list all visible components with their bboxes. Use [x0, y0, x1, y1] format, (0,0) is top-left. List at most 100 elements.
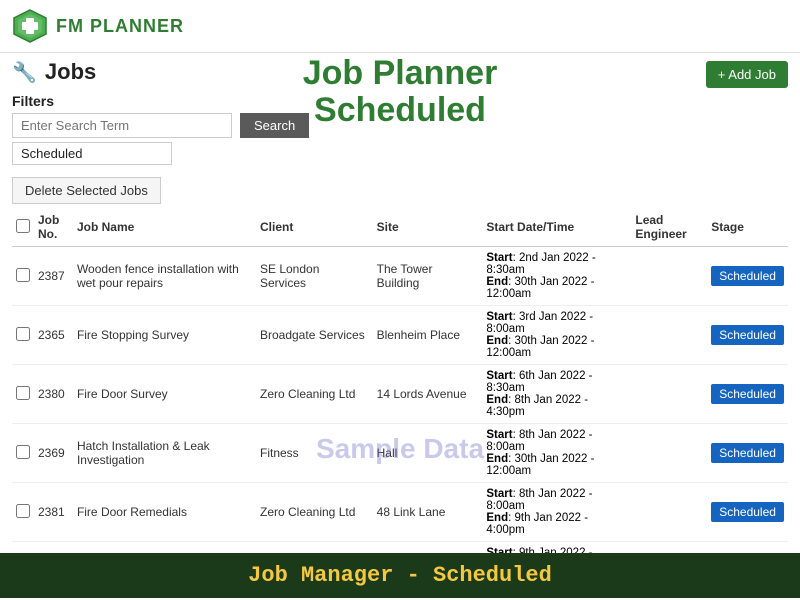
cell-lead: [631, 365, 707, 424]
cell-lead: [631, 424, 707, 483]
cell-client: Zero Cleaning Ltd: [256, 483, 373, 542]
cell-job-no: 2381: [34, 483, 73, 542]
stage-badge: Scheduled: [711, 502, 784, 522]
cell-client: Zero Cleaning Ltd: [256, 365, 373, 424]
search-button[interactable]: Search: [240, 113, 309, 138]
start-date: Start: 6th Jan 2022 - 8:30am: [486, 370, 627, 394]
table-container: Sample Data Job No. Job Name Client Site…: [0, 208, 800, 553]
select-all-checkbox[interactable]: [16, 219, 30, 233]
wrench-icon: 🔧: [12, 60, 37, 85]
col-header-job-no: Job No.: [34, 208, 73, 247]
cell-stage: Scheduled: [707, 365, 788, 424]
cell-date: Start: 6th Jan 2022 - 8:30am End: 8th Ja…: [482, 365, 631, 424]
cell-date: Start: 2nd Jan 2022 - 8:30am End: 30th J…: [482, 247, 631, 306]
cell-date: Start: 3rd Jan 2022 - 8:00am End: 30th J…: [482, 306, 631, 365]
start-date: Start: 9th Jan 2022 - 9:00am: [486, 547, 627, 553]
row-checkbox-3[interactable]: [16, 445, 30, 459]
cell-stage: Scheduled: [707, 483, 788, 542]
end-date: End: 30th Jan 2022 - 12:00am: [486, 453, 627, 477]
stage-badge: Scheduled: [711, 325, 784, 345]
cell-stage: Scheduled: [707, 542, 788, 554]
table-header-row: Job No. Job Name Client Site Start Date/…: [12, 208, 788, 247]
logo-icon: [12, 8, 48, 44]
center-title-line2: Scheduled: [303, 92, 498, 129]
status-filter-badge: Scheduled: [12, 142, 172, 165]
cell-job-no: 2365: [34, 306, 73, 365]
cell-date: Start: 8th Jan 2022 - 8:00am End: 30th J…: [482, 424, 631, 483]
cell-site: 14 Lords Avenue: [373, 365, 483, 424]
cell-job-name: Fire Door Survey: [73, 365, 256, 424]
cell-job-no: 2369: [34, 424, 73, 483]
stage-badge: Scheduled: [711, 443, 784, 463]
cell-job-name: Fire Stopping Survey: [73, 306, 256, 365]
table-row: 2365 Fire Stopping Survey Broadgate Serv…: [12, 306, 788, 365]
cell-job-name: Fire Stopping Survey: [73, 542, 256, 554]
row-checkbox-1[interactable]: [16, 327, 30, 341]
main-container: 🔧 Jobs Job Planner Scheduled + Add Job F…: [0, 53, 800, 598]
cell-lead: [631, 247, 707, 306]
header: FM PLANNER: [0, 0, 800, 53]
cell-client: Broadgate Services: [256, 306, 373, 365]
end-date: End: 8th Jan 2022 - 4:30pm: [486, 394, 627, 418]
cell-job-name: Wooden fence installation with wet pour …: [73, 247, 256, 306]
col-header-site: Site: [373, 208, 483, 247]
center-title-line1: Job Planner: [303, 55, 498, 92]
search-input[interactable]: [12, 113, 232, 138]
cell-site: The Tower Building: [373, 247, 483, 306]
logo-area: FM PLANNER: [12, 8, 184, 44]
cell-site: Finsbury Park: [373, 542, 483, 554]
table-row: 2367 Fire Stopping Survey Broadgate Serv…: [12, 542, 788, 554]
add-job-button[interactable]: + Add Job: [706, 61, 788, 88]
end-date: End: 9th Jan 2022 - 4:00pm: [486, 512, 627, 536]
table-row: 2380 Fire Door Survey Zero Cleaning Ltd …: [12, 365, 788, 424]
end-date: End: 30th Jan 2022 - 12:00am: [486, 276, 627, 300]
stage-badge: Scheduled: [711, 384, 784, 404]
cell-date: Start: 9th Jan 2022 - 9:00am End: 30th J…: [482, 542, 631, 554]
col-header-stage: Stage: [707, 208, 788, 247]
row-checkbox-2[interactable]: [16, 386, 30, 400]
cell-job-no: 2387: [34, 247, 73, 306]
cell-client: Fitness: [256, 424, 373, 483]
cell-client: SE London Services: [256, 247, 373, 306]
cell-lead: [631, 306, 707, 365]
cell-stage: Scheduled: [707, 424, 788, 483]
jobs-table: Job No. Job Name Client Site Start Date/…: [12, 208, 788, 553]
col-header-job-name: Job Name: [73, 208, 256, 247]
cell-site: Blenheim Place: [373, 306, 483, 365]
cell-lead: [631, 542, 707, 554]
cell-job-no: 2380: [34, 365, 73, 424]
cell-lead: [631, 483, 707, 542]
delete-selected-button[interactable]: Delete Selected Jobs: [12, 177, 161, 204]
table-row: 2381 Fire Door Remedials Zero Cleaning L…: [12, 483, 788, 542]
cell-site: Hall: [373, 424, 483, 483]
table-row: 2369 Hatch Installation & Leak Investiga…: [12, 424, 788, 483]
cell-stage: Scheduled: [707, 306, 788, 365]
cell-stage: Scheduled: [707, 247, 788, 306]
col-header-lead-engineer: Lead Engineer: [631, 208, 707, 247]
row-checkbox-4[interactable]: [16, 504, 30, 518]
logo-text: FM PLANNER: [56, 16, 184, 37]
top-section: 🔧 Jobs Job Planner Scheduled + Add Job: [0, 53, 800, 89]
row-checkbox-0[interactable]: [16, 268, 30, 282]
cell-job-name: Fire Door Remedials: [73, 483, 256, 542]
cell-job-no: 2367: [34, 542, 73, 554]
cell-client: Broadgate Services: [256, 542, 373, 554]
col-header-start-date: Start Date/Time: [482, 208, 631, 247]
start-date: Start: 2nd Jan 2022 - 8:30am: [486, 252, 627, 276]
stage-badge: Scheduled: [711, 266, 784, 286]
page-title: Jobs: [45, 59, 96, 85]
page-title-section: 🔧 Jobs: [12, 59, 96, 85]
footer: Job Manager - Scheduled: [0, 553, 800, 598]
start-date: Start: 8th Jan 2022 - 8:00am: [486, 429, 627, 453]
cell-site: 48 Link Lane: [373, 483, 483, 542]
center-title: Job Planner Scheduled: [303, 55, 498, 130]
cell-date: Start: 8th Jan 2022 - 8:00am End: 9th Ja…: [482, 483, 631, 542]
col-header-client: Client: [256, 208, 373, 247]
start-date: Start: 3rd Jan 2022 - 8:00am: [486, 311, 627, 335]
cell-job-name: Hatch Installation & Leak Investigation: [73, 424, 256, 483]
start-date: Start: 8th Jan 2022 - 8:00am: [486, 488, 627, 512]
end-date: End: 30th Jan 2022 - 12:00am: [486, 335, 627, 359]
table-wrapper: Sample Data Job No. Job Name Client Site…: [12, 208, 788, 553]
table-row: 2387 Wooden fence installation with wet …: [12, 247, 788, 306]
footer-text: Job Manager - Scheduled: [248, 563, 552, 588]
